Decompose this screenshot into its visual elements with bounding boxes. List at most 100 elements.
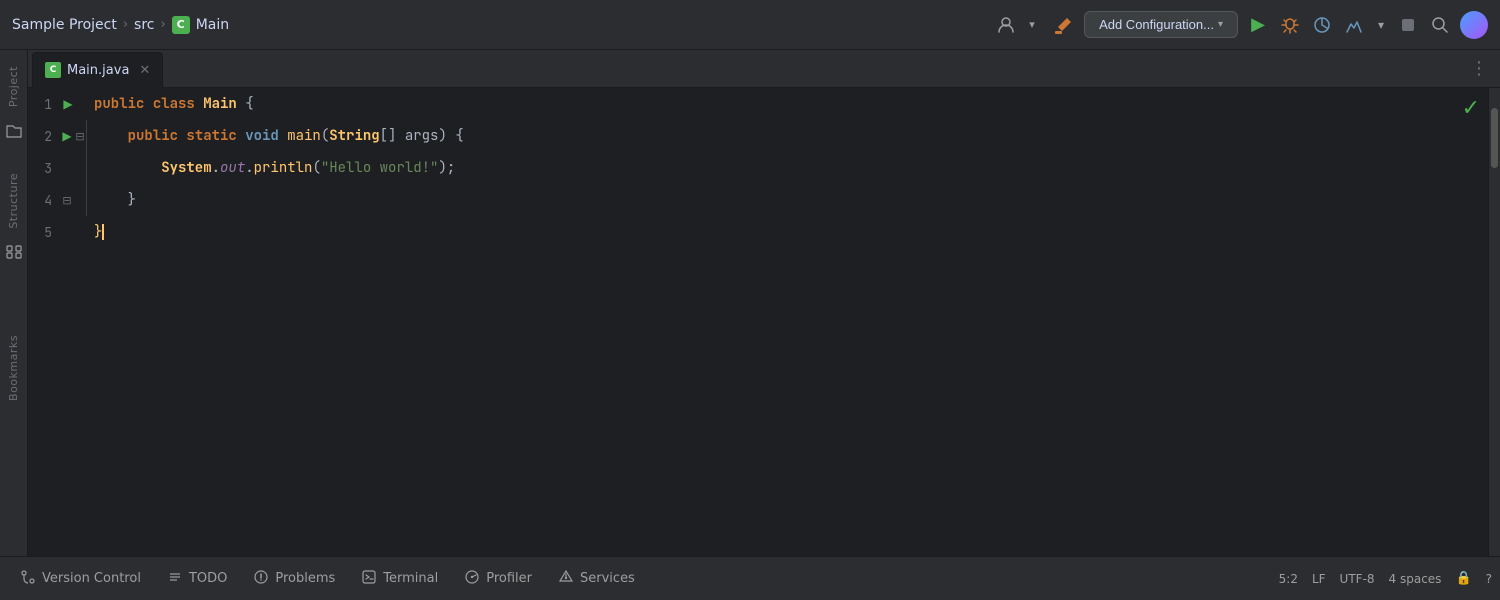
terminal-icon: [361, 569, 377, 589]
fold-line-4[interactable]: ⊟: [60, 194, 74, 207]
tab-close-button[interactable]: ✕: [139, 63, 150, 78]
semicolon-1: ;: [447, 159, 455, 177]
string-hello: "Hello world!": [321, 159, 439, 177]
stop-button[interactable]: [1396, 13, 1420, 37]
sidebar-tab-bookmarks[interactable]: Bookmarks: [3, 327, 24, 409]
user-icon[interactable]: [994, 13, 1018, 37]
debug-button[interactable]: [1278, 13, 1302, 37]
run-line-2[interactable]: ▶: [60, 129, 74, 143]
gutter-line-2: 2 ▶ ⊟: [28, 120, 86, 152]
method-println: println: [254, 159, 313, 177]
breadcrumb-file[interactable]: Main: [196, 17, 229, 33]
code-editor: 1 ▶ 2 ▶ ⊟ 3 4 ⊟: [28, 88, 1500, 556]
brace-open-2: {: [455, 127, 463, 145]
code-line-5: }: [86, 216, 1488, 248]
lock-icon[interactable]: 🔒: [1455, 571, 1471, 586]
gutter: 1 ▶ 2 ▶ ⊟ 3 4 ⊟: [28, 88, 86, 556]
gutter-line-3: 3: [28, 152, 86, 184]
gutter-line-5: 5: [28, 216, 86, 248]
keyword-void: void: [245, 127, 287, 145]
user-dropdown-icon[interactable]: ▾: [1020, 13, 1044, 37]
run-button[interactable]: ▶: [1246, 13, 1270, 37]
search-button[interactable]: [1428, 13, 1452, 37]
help-icon[interactable]: ?: [1486, 572, 1492, 586]
scrollbar[interactable]: [1488, 88, 1500, 556]
bottom-tab-problems-label: Problems: [275, 571, 335, 586]
breadcrumb-project[interactable]: Sample Project: [12, 17, 117, 33]
line-number-3: 3: [28, 160, 60, 177]
tab-more-button[interactable]: ⋮: [1462, 58, 1496, 79]
classname-main: Main: [203, 95, 245, 113]
run-line-1[interactable]: ▶: [60, 97, 76, 111]
left-sidebar: Project Structure Bookmarks: [0, 50, 28, 556]
bottom-tab-version-control[interactable]: Version Control: [8, 565, 153, 593]
bottom-tab-terminal-label: Terminal: [383, 571, 438, 586]
bottom-tab-vc-label: Version Control: [42, 571, 141, 586]
bottom-tab-profiler-label: Profiler: [486, 571, 532, 586]
build-icon[interactable]: [1052, 13, 1076, 37]
code-content[interactable]: public class Main { public static void m…: [86, 88, 1488, 556]
text-cursor: [102, 224, 104, 240]
add-config-label: Add Configuration...: [1099, 17, 1214, 32]
bottom-tab-services[interactable]: Services: [546, 565, 647, 593]
tab-main-java[interactable]: C Main.java ✕: [32, 52, 163, 88]
paren-close: ): [438, 127, 455, 145]
code-line-3: System.out.println("Hello world!");: [86, 152, 1488, 184]
gutter-line-1: 1 ▶: [28, 88, 86, 120]
main-area: Project Structure Bookmarks C Main.java …: [0, 50, 1500, 556]
method-main: main: [287, 127, 321, 145]
coverage-button[interactable]: [1310, 13, 1334, 37]
profile-button[interactable]: [1342, 13, 1366, 37]
dot-2: .: [245, 159, 253, 177]
bottom-tab-problems[interactable]: Problems: [241, 565, 347, 593]
line-number-4: 4: [28, 192, 60, 209]
paren-open: (: [321, 127, 329, 145]
bottom-tab-profiler[interactable]: Profiler: [452, 565, 544, 593]
code-line-1: public class Main {: [86, 88, 1488, 120]
brace-open-1: {: [245, 95, 253, 113]
sidebar-structure-icon[interactable]: [3, 241, 25, 263]
bottom-tab-todo[interactable]: TODO: [155, 565, 239, 593]
version-control-icon: [20, 569, 36, 589]
breadcrumb-src[interactable]: src: [134, 17, 154, 33]
problems-icon: [253, 569, 269, 589]
breadcrumb-sep1: ›: [123, 17, 128, 32]
paren-open-2: (: [312, 159, 320, 177]
bottom-tab-terminal[interactable]: Terminal: [349, 565, 450, 593]
fold-line-2[interactable]: ⊟: [74, 130, 86, 143]
todo-icon: [167, 569, 183, 589]
line-number-5: 5: [28, 224, 60, 241]
brace-close-2: }: [94, 223, 102, 241]
bottom-tab-services-label: Services: [580, 571, 635, 586]
line-ending[interactable]: LF: [1312, 572, 1326, 586]
file-icon-breadcrumb: C: [172, 16, 190, 34]
brace-close-1: }: [128, 191, 136, 209]
encoding[interactable]: UTF-8: [1340, 572, 1375, 586]
type-string: String: [329, 127, 379, 145]
sidebar-tab-structure[interactable]: Structure: [3, 165, 24, 237]
services-icon: [558, 569, 574, 589]
scrollbar-thumb[interactable]: [1491, 108, 1498, 168]
bracket: []: [380, 127, 405, 145]
bottom-tab-todo-label: TODO: [189, 571, 227, 586]
user-avatar[interactable]: [1460, 11, 1488, 39]
indent-setting[interactable]: 4 spaces: [1389, 572, 1442, 586]
run-dropdown-icon[interactable]: ▾: [1374, 13, 1388, 37]
keyword-class: class: [153, 95, 203, 113]
code-line-4: }: [86, 184, 1488, 216]
keyword-public-2: public: [128, 127, 187, 145]
profiler-icon: [464, 569, 480, 589]
gutter-line-4: 4 ⊟: [28, 184, 86, 216]
sidebar-folder-icon[interactable]: [3, 119, 25, 141]
class-system: System: [161, 159, 211, 177]
dot-1: .: [212, 159, 220, 177]
editor-container: C Main.java ✕ ⋮ 1 ▶ 2 ▶ ⊟: [28, 50, 1500, 556]
keyword-static: static: [186, 127, 245, 145]
tab-label: Main.java: [67, 63, 129, 78]
cursor-position[interactable]: 5:2: [1279, 572, 1298, 586]
status-bar-right: 5:2 LF UTF-8 4 spaces 🔒 ?: [1279, 571, 1492, 586]
keyword-public-1: public: [94, 95, 153, 113]
sidebar-tab-project[interactable]: Project: [3, 58, 24, 115]
add-config-button[interactable]: Add Configuration... ▾: [1084, 11, 1238, 38]
tab-file-icon: C: [45, 62, 61, 78]
